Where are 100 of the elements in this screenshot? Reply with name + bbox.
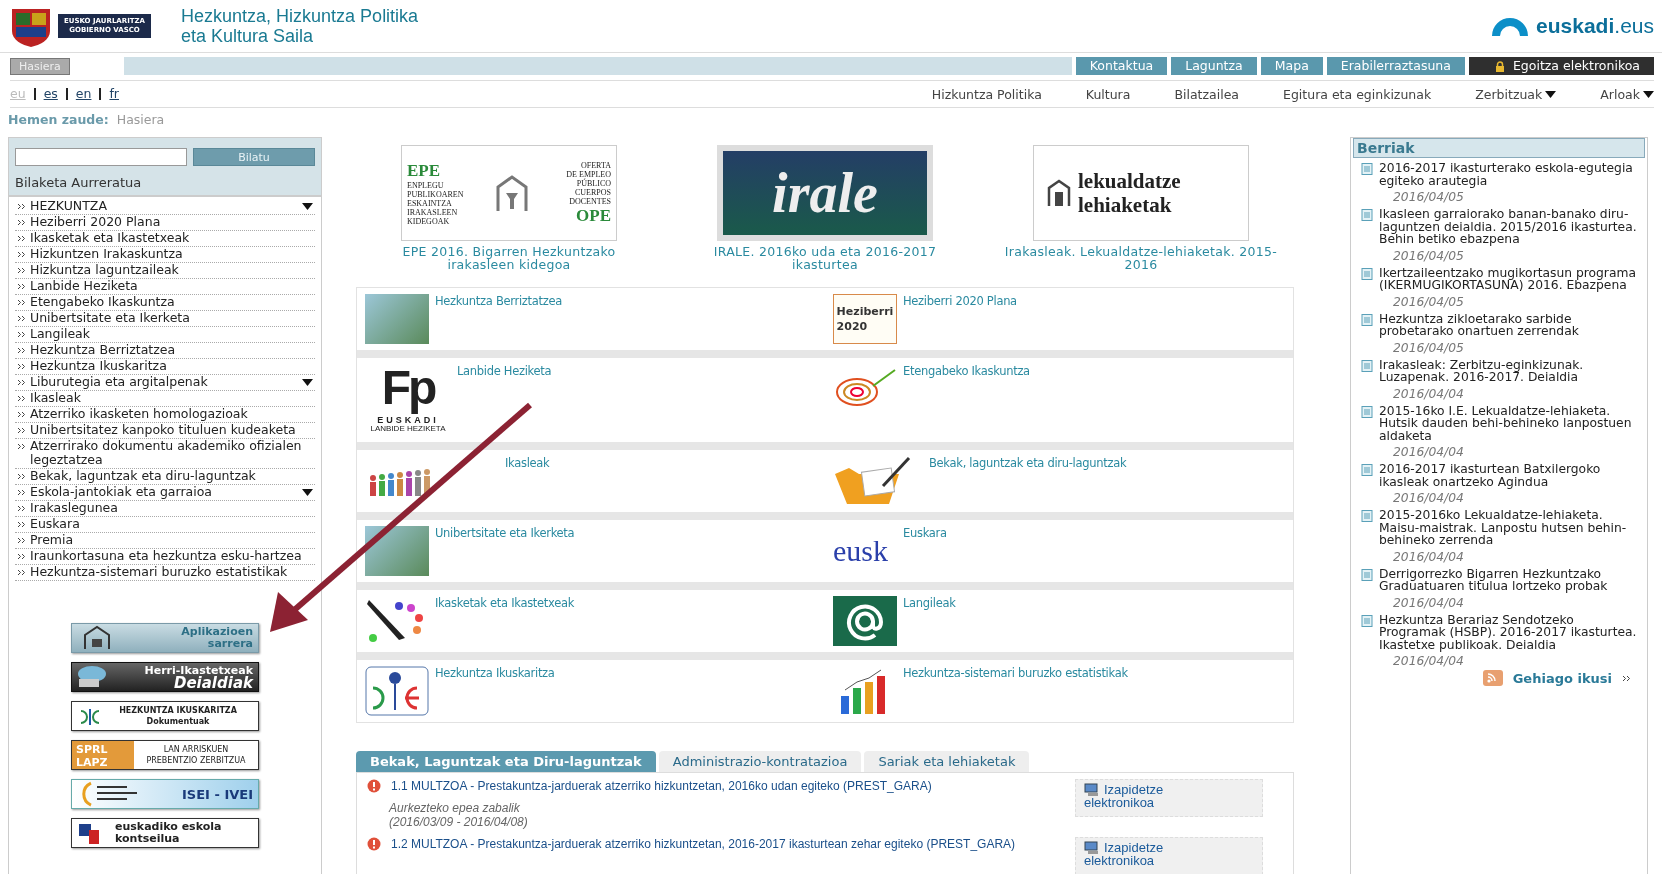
news-date: 2016/04/04 [1393, 654, 1465, 668]
document-icon [1361, 464, 1373, 476]
news-link[interactable]: Hezkuntza Berariaz Sendotzeko Programak (HSBP). 2016-2017 ikasturtea. Ikastetxe publikoak. Deialdia [1379, 613, 1641, 651]
news-link[interactable]: Derrigorrezko Bigarren Hezkuntzako Graduatuaren titulua lortzeko probak [1379, 567, 1641, 593]
sidebar-item[interactable]: Hezkuntza-sistemari buruzko estatistikak [15, 565, 315, 581]
sidebar-item[interactable]: Ikasleak [15, 391, 315, 407]
photo-placeholder [365, 526, 429, 576]
call-link[interactable]: 1.1 MULTZOA - Prestakuntza-jarduerak atzerriko hizkuntzetan, 2016ko udan egiteko (PREST_GARA) [391, 779, 932, 793]
topic-link[interactable]: Lanbide Heziketa [457, 364, 552, 436]
at-sign-icon [833, 596, 897, 646]
news-link[interactable]: Hezkuntza zikloetarako sarbide probetarako onartuen zerrendak [1379, 312, 1641, 338]
news-link[interactable]: 2016-2017 ikasturterako eskola-egutegia egiteko arautegia [1379, 162, 1641, 187]
sidebar-item[interactable]: Iraunkortasuna eta hezkuntza esku-hartzea [15, 549, 315, 565]
isei-ivei-banner[interactable]: ISEI - IVEI [71, 779, 259, 809]
computer-icon [1084, 783, 1100, 796]
e-procedure-button[interactable]: Izapidetze elektronikoa [1075, 779, 1263, 817]
news-date: 2016/04/04 [1393, 595, 1465, 610]
menu-link[interactable]: Kultura [1085, 86, 1131, 102]
sidebar-item[interactable]: Hizkuntzen Irakaskuntza [15, 247, 315, 263]
double-chevron-icon [17, 489, 26, 496]
menu-link[interactable]: Egitura eta eginkizunak [1283, 86, 1432, 102]
news-link[interactable]: 2015-2016ko Lekualdatze-lehiaketa. Maisu-maistrak. Lanpostu hutsen behin-behineko zerrenda [1379, 509, 1641, 547]
news-link[interactable]: Ikasleen garraiorako banan-banako diru-laguntzen deialdia. 2015/2016 ikasturtea. Behin betiko ebazpena [1379, 208, 1641, 246]
school-council-banner[interactable]: euskadiko eskola kontseilua [71, 818, 259, 848]
breadcrumb-label: Hemen zaude: [8, 112, 109, 127]
news-date: 2016/04/05 [1393, 248, 1465, 263]
topic-link[interactable]: Heziberri 2020 Plana [903, 294, 1017, 344]
sidebar-item[interactable]: Euskara [15, 517, 315, 533]
prevention-service-banner[interactable]: SPRL LAPZ LAN ARRISKUEN PREBENTZIO ZERBITZUA [71, 740, 259, 770]
news-date: 2016/04/05 [1393, 190, 1465, 204]
portal-link[interactable]: euskadi.eus [1536, 14, 1654, 38]
transfer-contest-logo: lekualdatze lehiaketak [1033, 145, 1249, 241]
news-link[interactable]: 2016-2017 ikasturtean Batxilergoko ikasleak onartzeko Agindua [1379, 463, 1641, 488]
sidebar-item[interactable]: Unibertsitate eta Ikerketa [15, 311, 315, 327]
sidebar-item[interactable]: Lanbide Heziketa [15, 279, 315, 295]
sidebar-item[interactable]: Unibertsitatez kanpoko tituluen kudeaketa [15, 423, 315, 439]
featured-link[interactable]: IRALE. 2016ko uda eta 2016-2017 ikasturtea [687, 245, 963, 271]
double-chevron-icon [17, 299, 26, 306]
schools-calls-banner[interactable]: Herri-Ikastetxeak Deialdiak [71, 662, 259, 692]
double-chevron-icon [17, 315, 26, 322]
double-chevron-icon [17, 411, 26, 418]
news-link[interactable]: Ikertzaileentzako mugikortasun programa (IKERMUGIKORTASUNA) 2016. Ebazpena [1379, 266, 1641, 292]
document-icon [1361, 510, 1373, 522]
sidebar-item[interactable]: Atzerriko ikasketen homologazioak [15, 407, 315, 423]
search-field[interactable] [15, 148, 187, 166]
inspection-documents-banner[interactable]: HEZKUNTZA IKUSKARITZA Dokumentuak [71, 701, 259, 731]
document-icon [1361, 359, 1373, 372]
sidebar-item[interactable]: Premia [15, 533, 315, 549]
apps-banner[interactable]: Aplikazioen sarrera [71, 623, 259, 653]
menu-link[interactable]: Arloak [1600, 86, 1654, 102]
sidebar-item[interactable]: Langileak [15, 327, 315, 343]
e-procedure-button[interactable]: Izapidetze elektronikoa [1075, 837, 1263, 874]
sidebar-item[interactable]: Ikasketak eta Ikastetxeak [15, 231, 315, 247]
tab[interactable]: Administrazio-kontratazioa [658, 751, 862, 772]
topic-link[interactable]: Langileak [903, 596, 956, 646]
menu-link[interactable]: Hizkuntza Politika [931, 86, 1042, 102]
topic-link[interactable]: Euskara [903, 526, 947, 576]
menu-link[interactable]: Bilatzailea [1174, 86, 1239, 102]
double-chevron-icon [17, 553, 26, 560]
tab[interactable]: Sariak eta lehiaketak [864, 751, 1030, 772]
heziberri-logo: Heziberri 2020 [833, 294, 897, 344]
document-icon [1361, 614, 1373, 627]
news-date: 2016/04/04 [1393, 445, 1465, 459]
double-chevron-icon [17, 569, 26, 576]
document-icon [1361, 405, 1373, 418]
double-chevron-icon [17, 347, 26, 354]
news-date: 2016/04/04 [1393, 386, 1465, 401]
news-link[interactable]: 2015-16ko I.E. Lekualdatze-lehiaketa. Hutsik dauden behi-behineko lanpostuen aldaketa [1379, 404, 1641, 442]
double-chevron-icon [17, 267, 26, 274]
topic-link[interactable]: Ikasleak [505, 456, 550, 506]
sidebar-item[interactable]: Hezkuntza Ikuskaritza [15, 359, 315, 375]
sidebar-item[interactable]: Liburutegia eta argitalpenak [15, 375, 315, 391]
language-link[interactable]: es [33, 88, 66, 100]
fp-logo: Fp EUSKADI LANBIDE HEZIKETA [369, 364, 447, 435]
sidebar-item[interactable]: Heziberri 2020 Plana [15, 215, 315, 231]
sidebar-item[interactable]: Hezkuntza Berriztatzea [15, 343, 315, 359]
alert-icon [367, 837, 381, 851]
menu-link[interactable]: Zerbitzuak [1475, 86, 1557, 102]
news-date: 2016/04/05 [1393, 294, 1465, 309]
sidebar-item[interactable]: Etengabeko Ikaskuntza [15, 295, 315, 311]
language-link[interactable]: en [65, 88, 100, 100]
language-link[interactable]: fr [99, 88, 127, 100]
photo-placeholder [365, 294, 429, 344]
featured-link[interactable]: EPE 2016. Bigarren Hezkuntzako irakasleen kidegoa [371, 245, 647, 271]
sidebar-item[interactable]: Hizkuntza laguntzaileak [15, 263, 315, 279]
sidebar-item[interactable]: Bekak, laguntzak eta diru-laguntzak [15, 469, 315, 485]
e-office-button[interactable]: Egoitza elektronikoa [1468, 57, 1654, 75]
sidebar-item[interactable]: Atzerrirako dokumentu akademiko ofizialen legeztatzea [15, 439, 315, 469]
sidebar-item[interactable]: HEZKUNTZA [15, 199, 315, 215]
featured-link[interactable]: Irakasleak. Lekualdatze-lehiaketak. 2015-2016 [1003, 245, 1279, 271]
advanced-search-link[interactable]: Bilaketa Aurreratua [15, 175, 142, 190]
news-heading: Berriak [1353, 138, 1645, 158]
more-news-link[interactable]: Gehiago ikusi [1512, 670, 1612, 686]
call-link[interactable]: 1.2 MULTZOA - Prestakuntza-jarduerak atzerriko hizkuntzetan, 2016-2017 ikasturtean zehar egiteko (PREST_GARA) [391, 837, 1016, 851]
double-chevron-icon [17, 283, 26, 290]
sidebar-item[interactable]: Irakaslegunea [15, 501, 315, 517]
sidebar-item[interactable]: Eskola-jantokiak eta garraioa [15, 485, 315, 501]
call-status: Aurkezteko epea zabalik (2016/03/09 - 2016/04/08) [389, 801, 529, 829]
news-link[interactable]: Irakasleak: Zerbitzu-eginkizunak. Luzapenak. 2016-2017. Deialdia [1379, 358, 1641, 384]
double-chevron-icon [17, 443, 26, 450]
